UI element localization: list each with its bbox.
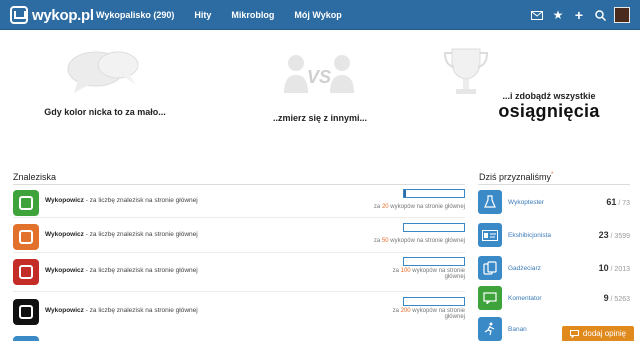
hero-caption-2: ..zmierz się z innymi...	[272, 113, 368, 123]
main-nav: Wykopalisko (290) Hity Mikroblog Mój Wyk…	[96, 0, 362, 30]
speech-bubbles-icon	[67, 51, 139, 93]
feedback-label: dodaj opinię	[582, 329, 627, 338]
threshold-number: 20	[381, 204, 389, 210]
versus-icon: VS	[284, 55, 354, 93]
search-icon[interactable]	[591, 6, 609, 24]
badge-count: 9	[603, 293, 609, 303]
progress-bar	[403, 257, 465, 266]
logo-text: wykop.pl	[32, 6, 94, 24]
badge-count: 10	[598, 263, 609, 273]
flask-icon	[478, 190, 502, 214]
plus-icon[interactable]: +	[570, 6, 588, 24]
badge-name[interactable]: Gadżeciarz	[508, 265, 541, 272]
achievement-name: Wykopowicz	[45, 231, 84, 238]
achievement-row[interactable]: Wykopowicz - za liczbę znalezisk na stro…	[13, 187, 465, 221]
badge-total: / 5263	[610, 296, 630, 303]
badge-name[interactable]: Komentator	[508, 295, 542, 302]
threshold-number: 200	[400, 308, 411, 314]
feedback-button[interactable]: dodaj opinię	[562, 326, 634, 341]
hero-banner: Gdy kolor nicka to za mało... VS ..zmier…	[0, 31, 640, 163]
nav-hity[interactable]: Hity	[194, 10, 211, 20]
row-divider	[13, 291, 465, 292]
nav-mikroblog[interactable]: Mikroblog	[231, 10, 274, 20]
partial-badge-icon	[13, 336, 39, 341]
progress-bar	[403, 223, 465, 232]
star-icon[interactable]: ★	[549, 6, 567, 24]
achievement-desc: - za liczbę znalezisk na stronie głównej	[83, 197, 198, 204]
trophy-icon	[443, 48, 489, 94]
nav-wykopalisko[interactable]: Wykopalisko (290)	[96, 10, 174, 20]
vs-label: VS	[307, 67, 331, 87]
badge-name[interactable]: Wykoptester	[508, 199, 544, 206]
wykopowicz-badge-icon	[13, 259, 39, 285]
id-card-icon	[478, 223, 502, 247]
logo[interactable]: wykop.pl	[10, 5, 94, 25]
badge-count: 61	[606, 197, 617, 207]
badge-total: / 73	[618, 200, 630, 207]
badge-total: / 2013	[610, 266, 630, 273]
wykopowicz-badge-icon	[13, 299, 39, 325]
hero-caption-3: ...i zdobądź wszystkie osiągnięcia	[484, 91, 614, 122]
section-divider-right	[478, 184, 630, 185]
badge-stat-row[interactable]: Wykoptester 61 / 73	[478, 190, 630, 216]
progress-bar	[403, 189, 465, 198]
achievement-row[interactable]: Wykopowicz - za liczbę znalezisk na stro…	[13, 221, 465, 255]
badge-count: 23	[598, 230, 609, 240]
section-title-znaleziska: Znaleziska	[13, 172, 57, 182]
logo-icon	[10, 6, 28, 24]
devices-icon	[478, 256, 502, 280]
row-divider	[13, 217, 465, 218]
achievement-desc: - za liczbę znalezisk na stronie głównej	[83, 267, 198, 274]
achievement-desc: - za liczbę znalezisk na stronie głównej	[83, 307, 198, 314]
top-icons: ★ +	[525, 0, 630, 30]
avatar[interactable]	[614, 7, 630, 23]
mail-icon[interactable]	[528, 6, 546, 24]
row-divider	[13, 252, 465, 253]
section-divider-left	[13, 184, 465, 185]
achievement-row[interactable]: Wykopowicz - za liczbę znalezisk na stro…	[13, 295, 465, 329]
wykopowicz-badge-icon	[13, 190, 39, 216]
achievement-name: Wykopowicz	[45, 267, 84, 274]
badge-stat-row[interactable]: Ekshibicjonista 23 / 3599	[478, 223, 630, 249]
badge-stat-row[interactable]: Gadżeciarz 10 / 2013	[478, 256, 630, 282]
achievement-desc: - za liczbę znalezisk na stronie głównej	[83, 231, 198, 238]
achievement-name: Wykopowicz	[45, 307, 84, 314]
feedback-icon	[569, 329, 579, 338]
badge-stat-row[interactable]: Komentator 9 / 5263	[478, 286, 630, 312]
section-title-dzis-przyznalismy: Dziś przyznaliśmy*	[479, 172, 554, 182]
hero-big-text: osiągnięcia	[498, 101, 600, 121]
badge-total: / 3599	[610, 233, 630, 240]
top-bar: wykop.pl Wykopalisko (290) Hity Mikroblo…	[0, 0, 640, 30]
achievement-name: Wykopowicz	[45, 197, 84, 204]
badge-name[interactable]: Ekshibicjonista	[508, 232, 551, 239]
runner-icon	[478, 317, 502, 341]
comment-icon	[478, 286, 502, 310]
wykopowicz-badge-icon	[13, 224, 39, 250]
badge-name[interactable]: Banan	[508, 326, 527, 333]
achievement-row[interactable]: Wykopowicz - za liczbę znalezisk na stro…	[13, 255, 465, 289]
hero-caption-1: Gdy kolor nicka to za mało...	[44, 107, 166, 117]
progress-bar	[403, 297, 465, 306]
threshold-number: 100	[400, 268, 411, 274]
threshold-number: 50	[381, 238, 389, 244]
nav-moj-wykop[interactable]: Mój Wykop	[294, 10, 341, 20]
